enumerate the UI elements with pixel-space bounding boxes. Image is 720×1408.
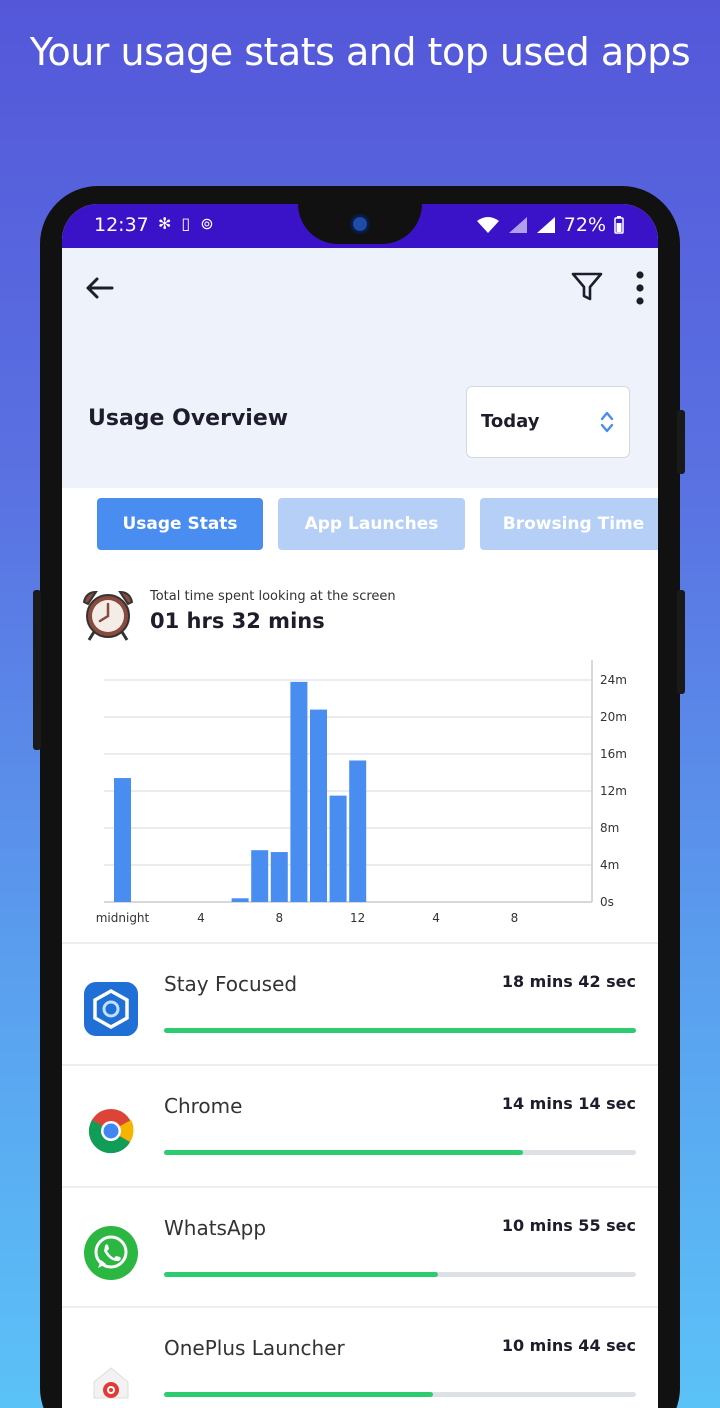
usage-progress-fill <box>164 1028 636 1033</box>
app-bar: Usage Overview Today <box>62 248 658 488</box>
volume-button <box>677 590 685 694</box>
signal-icon <box>536 217 555 233</box>
app-name: OnePlus Launcher <box>164 1336 345 1360</box>
status-right: 72% <box>476 214 624 236</box>
stay-focused-icon <box>84 982 138 1036</box>
tab-app-launches[interactable]: App Launches <box>278 498 465 550</box>
x-tick-label: midnight <box>96 911 150 925</box>
period-select[interactable]: Today <box>466 386 630 458</box>
promo-title: Your usage stats and top used apps <box>29 30 691 74</box>
power-button <box>677 410 685 474</box>
page-title: Usage Overview <box>88 406 289 431</box>
chart-bar <box>310 709 327 902</box>
usage-progress-fill <box>164 1150 523 1155</box>
chart-bar <box>231 898 249 902</box>
focus-app-icon: ⊚ <box>200 214 224 233</box>
usage-chart: 0s 4m 8m 12m 16m 20m 24m midnight 4 8 12 4 8 <box>96 660 627 925</box>
app-usage-time: 18 mins 42 sec <box>501 972 636 991</box>
status-left-icons: ✻▯⊚ <box>158 214 224 233</box>
y-tick-label: 12m <box>600 784 627 798</box>
tab-browsing-time[interactable]: Browsing Time <box>480 498 658 550</box>
y-tick-label: 4m <box>600 858 619 872</box>
chrome-icon <box>88 1109 134 1154</box>
usage-progress-track <box>164 1272 636 1277</box>
app-row-stay-focused[interactable]: Stay Focused 18 mins 42 sec <box>62 944 658 1064</box>
app-usage-time: 14 mins 14 sec <box>501 1094 636 1113</box>
chart-bar <box>114 778 131 902</box>
x-tick-label: 4 <box>197 911 205 925</box>
tab-usage-stats[interactable]: Usage Stats <box>97 498 263 550</box>
app-row-oneplus-launcher[interactable]: OnePlus Launcher 10 mins 44 sec <box>62 1308 658 1408</box>
y-tick-label: 8m <box>600 821 619 835</box>
y-tick-label: 20m <box>600 710 627 724</box>
back-arrow-icon[interactable] <box>82 270 118 306</box>
whatsapp-icon <box>84 1226 138 1280</box>
usage-progress-fill <box>164 1392 434 1397</box>
x-tick-label: 8 <box>511 911 519 925</box>
chevron-updown-icon <box>600 411 614 433</box>
oneplus-launcher-icon <box>93 1367 129 1399</box>
period-value: Today <box>481 411 540 432</box>
chart-bar <box>251 850 269 902</box>
y-tick-label: 24m <box>600 673 627 687</box>
x-tick-label: 12 <box>350 911 365 925</box>
alarm-clock-icon <box>82 590 134 641</box>
battery-icon <box>614 216 624 234</box>
status-time: 12:37 <box>94 214 149 236</box>
app-usage-time: 10 mins 55 sec <box>501 1216 636 1235</box>
more-vertical-icon[interactable] <box>634 270 646 306</box>
sim-icon: ▯ <box>181 214 201 233</box>
usage-progress-track <box>164 1150 636 1155</box>
alert-slider <box>33 590 41 750</box>
battery-percent: 72% <box>563 214 606 236</box>
y-tick-label: 16m <box>600 747 627 761</box>
app-name: Stay Focused <box>164 972 298 996</box>
app-name: Chrome <box>164 1094 243 1118</box>
signal-icon <box>508 217 527 233</box>
usage-progress-fill <box>164 1272 438 1277</box>
app-row-chrome[interactable]: Chrome 14 mins 14 sec <box>62 1066 658 1186</box>
x-tick-label: 4 <box>432 911 440 925</box>
wifi-icon <box>476 217 499 233</box>
total-time-label: Total time spent looking at the screen <box>150 589 396 604</box>
usage-progress-track <box>164 1392 636 1397</box>
chart-bar <box>290 681 308 902</box>
app-row-whatsapp[interactable]: WhatsApp 10 mins 55 sec <box>62 1188 658 1308</box>
filter-icon[interactable] <box>570 270 604 304</box>
phone-screen: 12:37 ✻▯⊚ 72% Usage Overview Today Usage… <box>62 204 658 1408</box>
app-usage-time: 10 mins 44 sec <box>501 1336 636 1355</box>
chart-bar <box>329 795 347 902</box>
chart-bar <box>349 760 367 902</box>
chart-bar <box>270 852 288 902</box>
front-camera <box>350 214 370 234</box>
total-time-value: 01 hrs 32 mins <box>150 609 325 633</box>
slack-icon: ✻ <box>158 214 182 233</box>
x-tick-label: 8 <box>275 911 283 925</box>
usage-progress-track <box>164 1028 636 1033</box>
app-name: WhatsApp <box>164 1216 267 1240</box>
y-tick-label: 0s <box>600 895 614 909</box>
